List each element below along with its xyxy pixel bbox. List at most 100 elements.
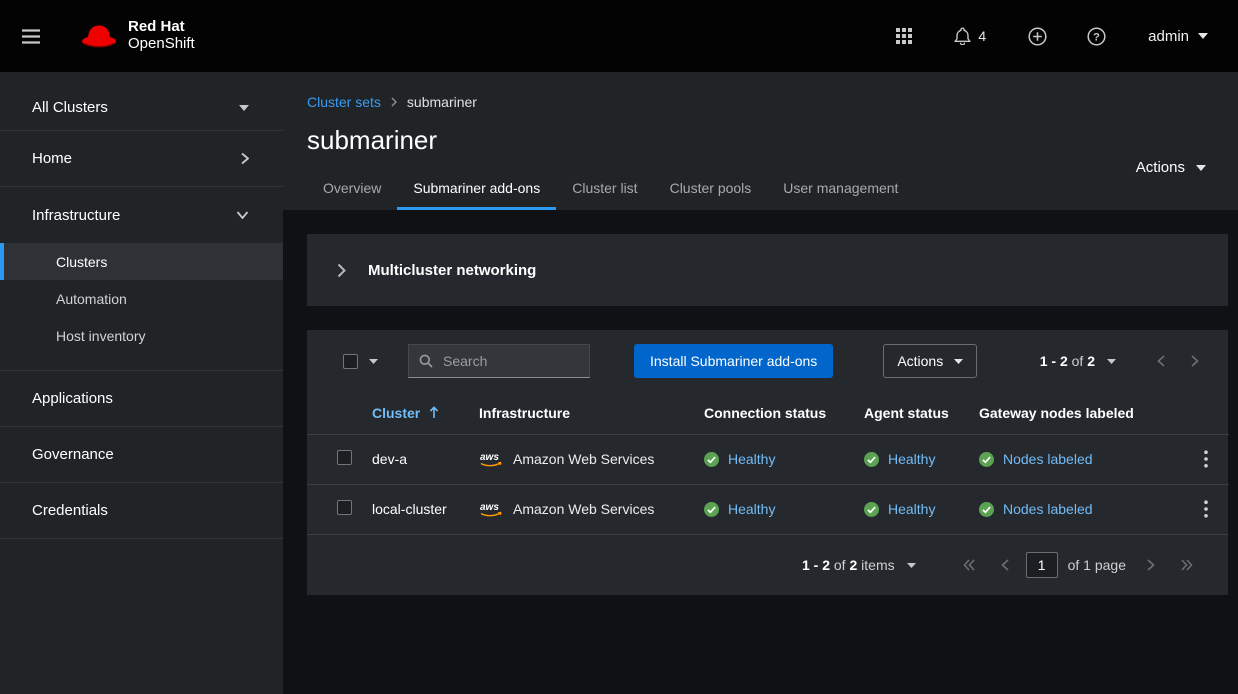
table-row-local-cluster: local-cluster aws Amazon — [307, 484, 1229, 534]
previous-page-button[interactable] — [988, 553, 1022, 577]
double-chevron-right-icon — [1181, 559, 1193, 571]
column-header-cluster[interactable]: Cluster — [360, 392, 467, 434]
tab-cluster-list[interactable]: Cluster list — [556, 168, 653, 210]
app-launcher-grid-icon — [896, 28, 912, 44]
search-input[interactable] — [441, 352, 579, 370]
install-submariner-addons-button[interactable]: Install Submariner add-ons — [634, 344, 833, 378]
previous-page-button[interactable] — [1144, 349, 1178, 373]
page-number-input[interactable] — [1026, 552, 1058, 578]
tab-bar: Overview Submariner add-ons Cluster list… — [307, 168, 1214, 210]
sidebar-item-host-inventory[interactable]: Host inventory — [0, 317, 283, 354]
sidebar-item-credentials[interactable]: Credentials — [0, 483, 283, 539]
page-actions-dropdown[interactable]: Actions — [1130, 158, 1212, 177]
kebab-icon — [1204, 450, 1208, 468]
sidebar-item-applications[interactable]: Applications — [0, 371, 283, 427]
column-header-agent-status: Agent status — [852, 392, 967, 434]
chevron-right-icon — [241, 152, 249, 165]
check-circle-icon — [864, 502, 879, 517]
expandable-section-title: Multicluster networking — [368, 262, 536, 279]
page-header: Cluster sets submariner submariner Actio… — [283, 72, 1238, 210]
masthead: Red Hat OpenShift 4 — [0, 0, 1238, 72]
sidebar-item-clusters[interactable]: Clusters — [0, 243, 283, 280]
connection-status-link[interactable]: Healthy — [728, 501, 775, 517]
tab-cluster-pools[interactable]: Cluster pools — [654, 168, 768, 210]
caret-down-icon — [954, 359, 963, 364]
agent-status-link[interactable]: Healthy — [888, 501, 935, 517]
main-content: Cluster sets submariner submariner Actio… — [283, 72, 1238, 694]
sidebar-item-automation[interactable]: Automation — [0, 280, 283, 317]
search-field — [408, 344, 590, 378]
aws-icon: aws — [479, 501, 504, 517]
agent-status-link[interactable]: Healthy — [888, 451, 935, 467]
bulk-select-dropdown[interactable] — [337, 353, 384, 370]
tab-overview[interactable]: Overview — [307, 168, 397, 210]
nav-label: Applications — [32, 390, 113, 407]
row-select-checkbox[interactable] — [337, 500, 352, 515]
sidebar-nav: All Clusters Home Infrastructure — [0, 72, 283, 694]
sidebar-item-home[interactable]: Home — [0, 131, 283, 187]
sidebar-item-governance[interactable]: Governance — [0, 427, 283, 483]
bulk-select-checkbox[interactable] — [343, 354, 358, 369]
nav-toggle-button[interactable] — [18, 25, 44, 48]
row-kebab-menu[interactable] — [1194, 494, 1218, 524]
help-button[interactable]: ? — [1083, 23, 1110, 50]
caret-down-icon — [1196, 165, 1206, 171]
table-actions-dropdown[interactable]: Actions — [883, 344, 977, 378]
sidebar-item-infrastructure[interactable]: Infrastructure — [0, 187, 283, 243]
gateway-nodes-link[interactable]: Nodes labeled — [1003, 501, 1093, 517]
perspective-switcher-all-clusters[interactable]: All Clusters — [0, 85, 283, 131]
check-circle-icon — [704, 452, 719, 467]
svg-text:?: ? — [1093, 31, 1100, 43]
chevron-left-icon — [1157, 355, 1165, 367]
pagination-range-label: 1 - 2 of 2 — [1040, 353, 1095, 369]
last-page-button[interactable] — [1168, 553, 1206, 577]
row-select-checkbox[interactable] — [337, 450, 352, 465]
next-page-button[interactable] — [1134, 553, 1168, 577]
redhat-openshift-logo[interactable]: Red Hat OpenShift — [80, 19, 195, 53]
page-body: Multicluster networking — [283, 210, 1238, 694]
nav-label: Infrastructure — [32, 207, 120, 224]
tab-submariner-add-ons[interactable]: Submariner add-ons — [397, 168, 556, 210]
table-toolbar: Install Submariner add-ons Actions 1 - 2… — [307, 330, 1228, 392]
notifications-button[interactable]: 4 — [948, 26, 992, 46]
caret-down-icon — [1107, 359, 1116, 364]
app-launcher-button[interactable] — [892, 24, 916, 48]
aws-icon: aws — [479, 451, 504, 467]
column-header-connection-status: Connection status — [692, 392, 852, 434]
chevron-right-icon — [1147, 559, 1155, 571]
row-kebab-menu[interactable] — [1194, 444, 1218, 474]
question-circle-icon: ? — [1087, 27, 1106, 46]
page-count-label: of 1 page — [1068, 557, 1126, 573]
perspective-label: All Clusters — [32, 99, 108, 116]
bell-icon — [954, 27, 971, 45]
breadcrumb-link-cluster-sets[interactable]: Cluster sets — [307, 94, 381, 110]
nav-label: Clusters — [56, 254, 107, 270]
nav-label: Governance — [32, 446, 114, 463]
check-circle-icon — [979, 452, 994, 467]
connection-status-link[interactable]: Healthy — [728, 451, 775, 467]
caret-down-icon — [239, 105, 249, 111]
next-page-button[interactable] — [1178, 349, 1212, 373]
nav-label: Host inventory — [56, 328, 145, 344]
gateway-nodes-link[interactable]: Nodes labeled — [1003, 451, 1093, 467]
double-chevron-left-icon — [963, 559, 975, 571]
tab-user-management[interactable]: User management — [767, 168, 914, 210]
chevron-left-icon — [1001, 559, 1009, 571]
per-page-options-toggle[interactable] — [1101, 355, 1122, 368]
sort-ascending-icon — [429, 406, 439, 419]
first-page-button[interactable] — [950, 553, 988, 577]
select-all-header — [307, 392, 360, 434]
clusters-table: Cluster Infrastructure Connection status… — [307, 392, 1229, 534]
check-circle-icon — [864, 452, 879, 467]
bottom-pagination: 1 - 2 of 2 items — [307, 534, 1228, 595]
page-title: submariner — [307, 125, 1214, 156]
per-page-options-toggle[interactable] — [901, 559, 922, 572]
chevron-right-icon — [1191, 355, 1199, 367]
user-menu-dropdown[interactable]: admin — [1142, 27, 1214, 46]
multicluster-networking-expandable[interactable]: Multicluster networking — [307, 234, 1228, 306]
column-header-infrastructure: Infrastructure — [467, 392, 692, 434]
plus-circle-icon — [1028, 27, 1047, 46]
caret-down-icon — [907, 563, 916, 568]
actions-label: Actions — [1136, 159, 1185, 176]
create-button[interactable] — [1024, 23, 1051, 50]
